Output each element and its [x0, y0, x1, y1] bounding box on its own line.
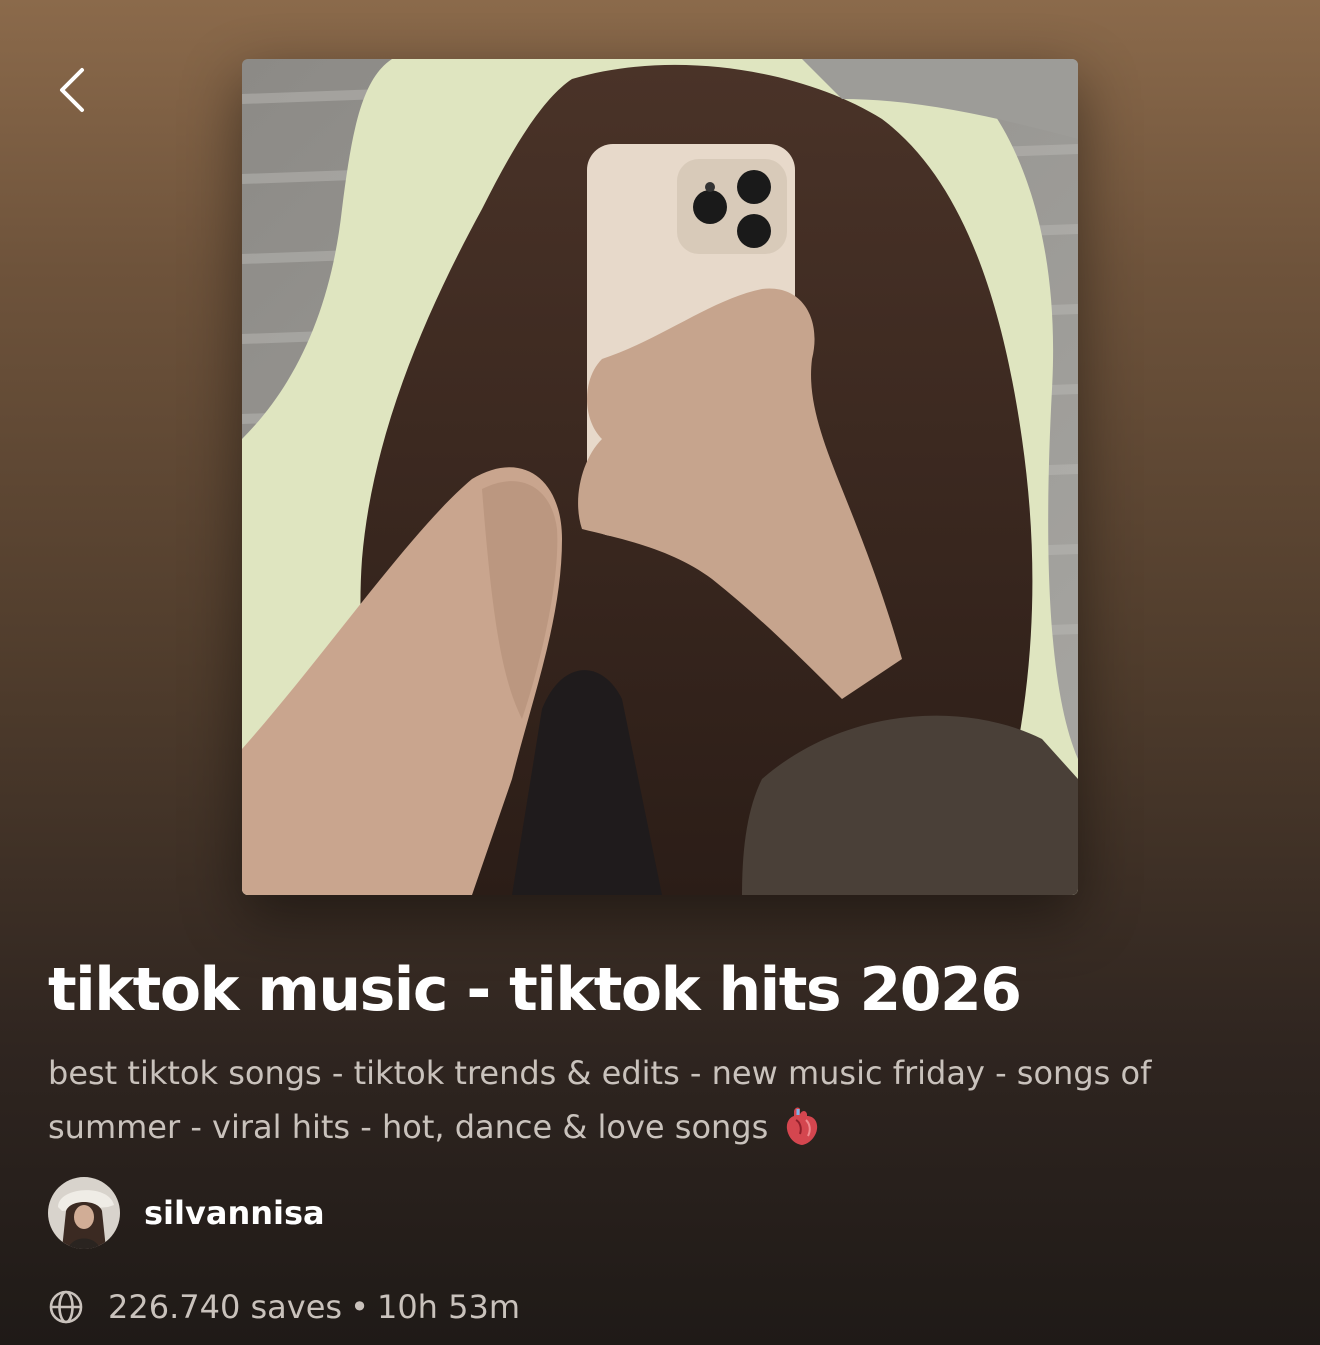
- playlist-description: best tiktok songs - tiktok trends & edit…: [48, 1046, 1278, 1154]
- playlist-owner[interactable]: silvannisa: [48, 1177, 325, 1249]
- saves-count: 226.740 saves: [108, 1288, 343, 1326]
- playlist-title: tiktok music - tiktok hits 2026: [48, 955, 1022, 1025]
- chevron-left-icon: [60, 68, 84, 112]
- playlist-duration: 10h 53m: [376, 1288, 521, 1326]
- anatomical-heart-icon: [787, 1107, 818, 1145]
- playlist-description-text: best tiktok songs - tiktok trends & edit…: [48, 1054, 1152, 1146]
- back-button[interactable]: [40, 54, 104, 126]
- owner-name[interactable]: silvannisa: [144, 1194, 325, 1232]
- playlist-meta: 226.740 saves • 10h 53m: [48, 1283, 520, 1331]
- meta-separator: •: [350, 1288, 369, 1326]
- playlist-cover: [242, 59, 1078, 895]
- avatar[interactable]: [48, 1177, 120, 1249]
- globe-icon: [49, 1290, 83, 1324]
